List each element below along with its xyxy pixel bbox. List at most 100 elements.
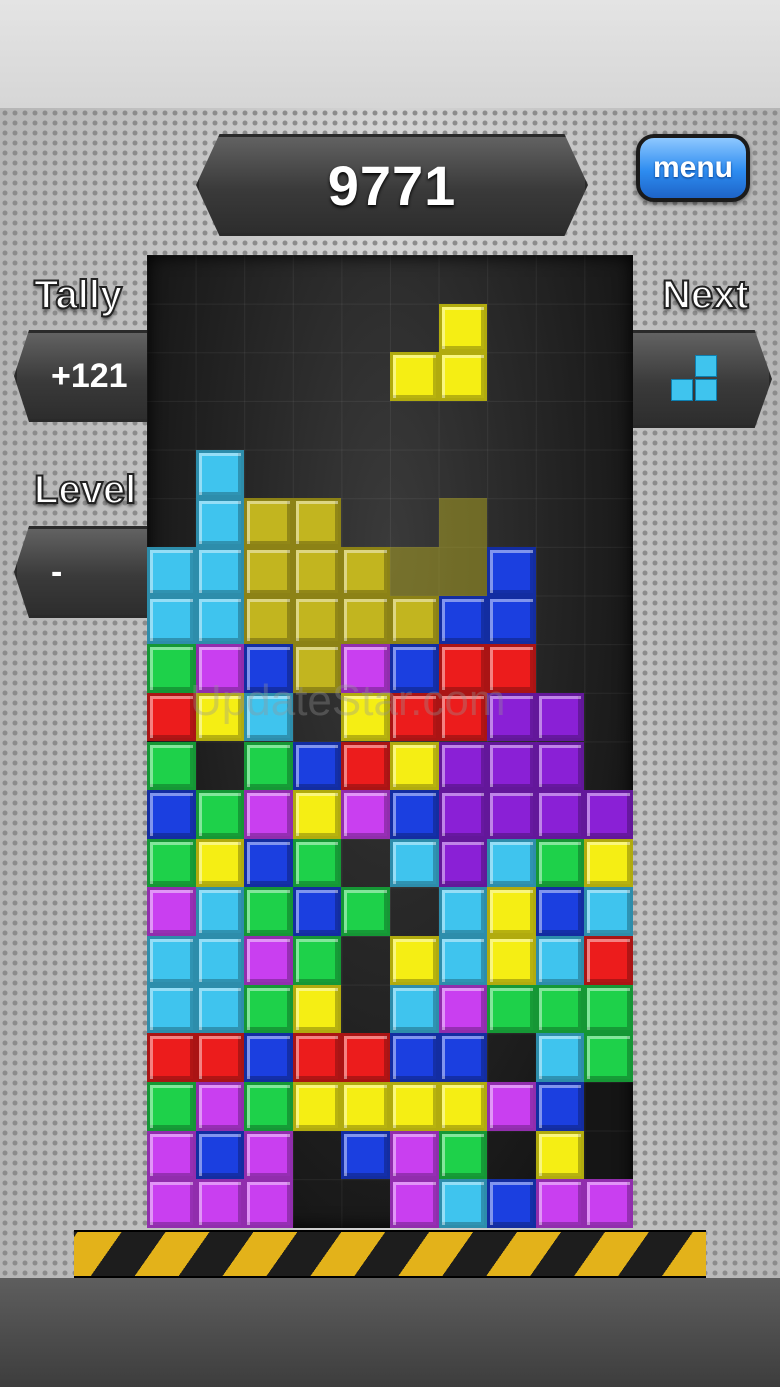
board-block: [147, 692, 196, 742]
board-block: [292, 1082, 342, 1131]
board-block: [341, 790, 390, 839]
board-block: [390, 692, 439, 742]
board-block: [438, 352, 488, 401]
board-block: [438, 790, 488, 839]
board-block: [438, 984, 488, 1034]
board-block: [292, 741, 342, 791]
board-block: [195, 984, 245, 1034]
board-block: [341, 741, 390, 791]
board-block: [292, 644, 342, 693]
board-block: [147, 790, 196, 839]
board-block: [535, 790, 585, 839]
board-block: [438, 887, 488, 937]
ghost-block: [438, 498, 488, 547]
board-block: [292, 887, 342, 937]
board-block: [438, 692, 488, 742]
board-block: [535, 1130, 585, 1180]
board-block: [341, 1130, 390, 1180]
board-block: [195, 595, 245, 645]
board-block: [147, 595, 196, 645]
board-block: [147, 887, 196, 937]
score-display: 9771: [196, 134, 588, 236]
board-block: [147, 1033, 196, 1083]
board-block: [487, 1082, 536, 1131]
board-block: [244, 498, 293, 547]
board-block: [292, 546, 342, 596]
board-block: [244, 1130, 293, 1180]
board-block: [487, 546, 536, 596]
board-block: [292, 984, 342, 1034]
ghost-block: [390, 546, 439, 596]
board-block: [390, 1179, 439, 1228]
board-block: [244, 887, 293, 937]
board-block: [535, 1033, 585, 1083]
board-block: [195, 1130, 245, 1180]
board-block: [487, 984, 536, 1034]
board-block: [438, 644, 488, 693]
board-block: [438, 1179, 488, 1228]
board-block: [195, 546, 245, 596]
tally-value: +121: [14, 330, 164, 422]
board-block: [390, 1033, 439, 1083]
next-piece-preview: [671, 355, 719, 403]
board-block: [341, 692, 390, 742]
board-block: [244, 936, 293, 985]
board-block: [487, 887, 536, 937]
board-block: [584, 936, 633, 985]
board-block: [584, 1033, 633, 1083]
level-value: -: [14, 526, 164, 618]
top-status-bar: [0, 0, 780, 109]
board-block: [244, 1033, 293, 1083]
board-block: [390, 741, 439, 791]
board-block: [535, 692, 585, 742]
board-block: [438, 1130, 488, 1180]
board-block: [438, 1033, 488, 1083]
board-block: [147, 1179, 196, 1228]
board-block: [341, 546, 390, 596]
board-block: [487, 790, 536, 839]
menu-button[interactable]: menu: [636, 134, 750, 202]
board-block: [438, 936, 488, 985]
game-board[interactable]: [147, 255, 633, 1228]
board-block: [195, 887, 245, 937]
board-block: [487, 741, 536, 791]
board-block: [341, 887, 390, 937]
board-block: [584, 838, 633, 888]
board-block: [390, 936, 439, 985]
hazard-stripe-floor: [74, 1230, 706, 1278]
board-block: [195, 498, 245, 547]
board-block: [195, 1082, 245, 1131]
board-block: [390, 1082, 439, 1131]
board-block: [390, 984, 439, 1034]
board-block: [292, 790, 342, 839]
board-block: [292, 1033, 342, 1083]
board-block: [195, 692, 245, 742]
board-block: [584, 984, 633, 1034]
board-block: [147, 984, 196, 1034]
board-block: [584, 887, 633, 937]
board-block: [535, 936, 585, 985]
board-block: [438, 595, 488, 645]
board-block: [487, 936, 536, 985]
board-block: [147, 741, 196, 791]
board-block: [195, 644, 245, 693]
board-block: [390, 595, 439, 645]
board-block: [195, 1033, 245, 1083]
board-block: [341, 1033, 390, 1083]
board-block: [584, 790, 633, 839]
board-block: [390, 1130, 439, 1180]
next-label: Next: [661, 272, 750, 318]
board-block: [292, 595, 342, 645]
board-block: [487, 644, 536, 693]
board-block: [292, 498, 342, 547]
board-block: [244, 984, 293, 1034]
board-block: [341, 595, 390, 645]
board-block: [341, 1082, 390, 1131]
board-block: [244, 595, 293, 645]
board-block: [244, 692, 293, 742]
board-block: [195, 838, 245, 888]
board-block: [147, 1130, 196, 1180]
board-block: [195, 936, 245, 985]
board-block: [438, 1082, 488, 1131]
board-block: [535, 741, 585, 791]
